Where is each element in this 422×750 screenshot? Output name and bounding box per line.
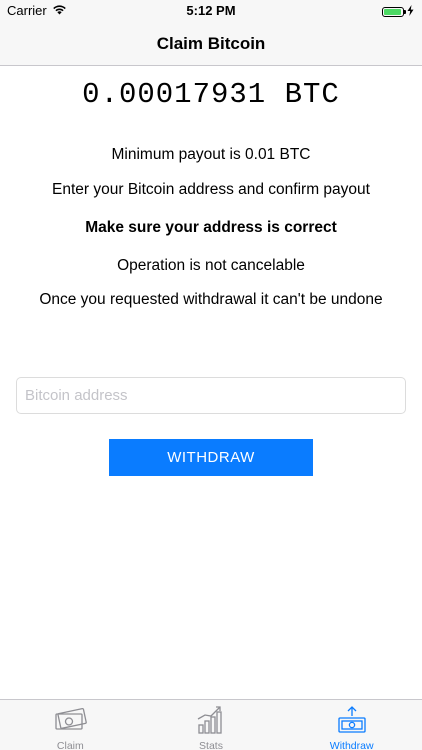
not-cancelable-text: Operation is not cancelable <box>117 257 305 274</box>
enter-address-text: Enter your Bitcoin address and confirm p… <box>52 181 370 198</box>
withdraw-button[interactable]: WITHDRAW <box>109 439 313 476</box>
undone-text: Once you requested withdrawal it can't b… <box>39 291 383 308</box>
tab-withdraw[interactable]: Withdraw <box>281 700 422 750</box>
minimum-payout-text: Minimum payout is 0.01 BTC <box>111 146 311 163</box>
bolt-icon <box>407 4 414 19</box>
screen: Carrier 5:12 PM Claim Bitcoin 0.00017931… <box>0 0 422 750</box>
battery-icon <box>382 6 406 17</box>
withdraw-icon <box>334 705 370 738</box>
status-time: 5:12 PM <box>186 3 236 18</box>
battery-level <box>384 8 401 15</box>
tab-bar: Claim Stats Withdraw <box>0 699 422 750</box>
tab-claim-label: Claim <box>56 740 84 750</box>
tab-stats[interactable]: Stats <box>141 700 282 750</box>
money-icon <box>52 705 88 738</box>
chart-icon <box>193 705 229 738</box>
page-title: Claim Bitcoin <box>156 34 266 53</box>
tab-claim[interactable]: Claim <box>0 700 141 750</box>
warning-text: Make sure your address is correct <box>85 219 337 236</box>
btc-balance: 0.00017931 BTC <box>82 78 340 111</box>
navigation-bar: Claim Bitcoin <box>0 22 422 66</box>
status-bar: Carrier 5:12 PM <box>0 0 422 22</box>
tab-stats-label: Stats <box>199 740 223 750</box>
bitcoin-address-input[interactable] <box>16 377 406 414</box>
tab-withdraw-label: Withdraw <box>329 740 374 750</box>
status-right <box>382 4 414 19</box>
